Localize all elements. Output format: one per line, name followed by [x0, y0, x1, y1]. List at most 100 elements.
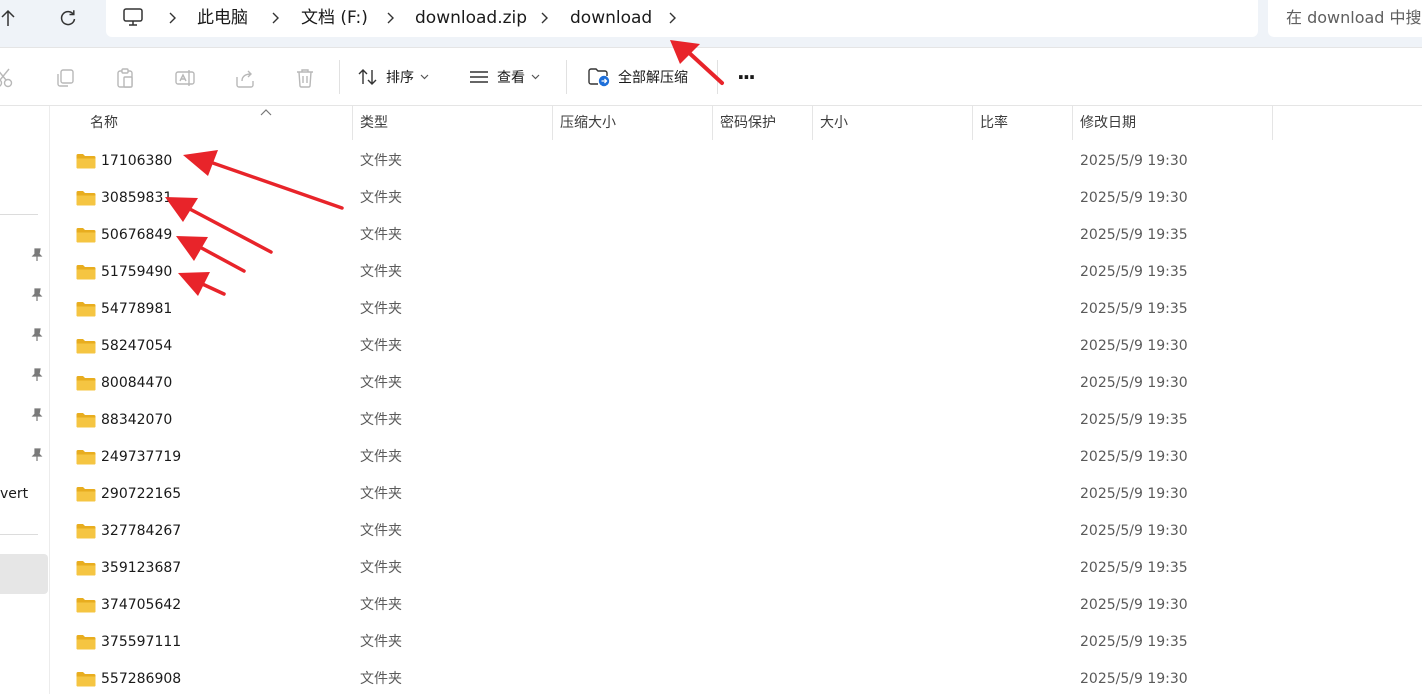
file-modified-date: 2025/5/9 19:30	[1080, 486, 1188, 502]
chevron-right-icon[interactable]	[666, 11, 678, 25]
file-row[interactable]: 30859831 文件夹 2025/5/9 19:30	[50, 180, 1422, 217]
column-ratio[interactable]: 比率	[972, 106, 1008, 140]
file-type: 文件夹	[360, 486, 402, 502]
pin-icon[interactable]	[30, 288, 44, 302]
breadcrumb-drive-f[interactable]: 文档 (F:)	[301, 0, 368, 37]
file-row[interactable]: 290722165 文件夹 2025/5/9 19:30	[50, 476, 1422, 513]
folder-icon	[76, 227, 96, 243]
file-modified-date: 2025/5/9 19:30	[1080, 523, 1188, 539]
pin-icon[interactable]	[30, 328, 44, 342]
file-row[interactable]: 249737719 文件夹 2025/5/9 19:30	[50, 439, 1422, 476]
toolbar-divider	[339, 60, 340, 94]
sort-button[interactable]: 排序	[358, 60, 429, 94]
file-type: 文件夹	[360, 412, 402, 428]
rename-icon[interactable]	[174, 67, 196, 89]
pin-icon[interactable]	[30, 368, 44, 382]
chevron-right-icon[interactable]	[269, 11, 281, 25]
share-icon[interactable]	[234, 67, 256, 89]
file-name: 54778981	[101, 301, 173, 317]
file-modified-date: 2025/5/9 19:35	[1080, 560, 1188, 576]
file-row[interactable]: 374705642 文件夹 2025/5/9 19:30	[50, 587, 1422, 624]
nav-divider	[0, 534, 38, 535]
file-name: 374705642	[101, 597, 182, 613]
folder-icon	[76, 449, 96, 465]
breadcrumb-this-pc[interactable]: 此电脑	[197, 0, 248, 37]
column-compressed-size[interactable]: 压缩大小	[552, 106, 616, 140]
column-divider[interactable]	[1272, 106, 1273, 140]
folder-icon	[76, 190, 96, 206]
command-bar: 排序 查看 全部解压缩 ···	[0, 48, 1422, 106]
address-box[interactable]: 此电脑 文档 (F:) download.zip download	[106, 0, 1258, 37]
column-name[interactable]: 名称	[82, 106, 118, 140]
file-name: 359123687	[101, 560, 182, 576]
breadcrumb-download-zip[interactable]: download.zip	[415, 0, 527, 37]
more-icon: ···	[737, 65, 756, 89]
file-type: 文件夹	[360, 449, 402, 465]
file-type: 文件夹	[360, 375, 402, 391]
file-modified-date: 2025/5/9 19:35	[1080, 264, 1188, 280]
up-arrow-icon[interactable]	[0, 8, 22, 28]
file-type: 文件夹	[360, 671, 402, 687]
file-row[interactable]: 359123687 文件夹 2025/5/9 19:35	[50, 550, 1422, 587]
extract-all-label: 全部解压缩	[618, 70, 688, 86]
file-row[interactable]: 557286908 文件夹 2025/5/9 19:30	[50, 661, 1422, 694]
folder-icon	[76, 671, 96, 687]
chevron-right-icon[interactable]	[166, 11, 178, 25]
file-modified-date: 2025/5/9 19:35	[1080, 412, 1188, 428]
file-row[interactable]: 51759490 文件夹 2025/5/9 19:35	[50, 254, 1422, 291]
column-size[interactable]: 大小	[812, 106, 848, 140]
folder-icon	[76, 301, 96, 317]
file-modified-date: 2025/5/9 19:30	[1080, 597, 1188, 613]
file-type: 文件夹	[360, 523, 402, 539]
pin-icon[interactable]	[30, 408, 44, 422]
column-type[interactable]: 类型	[352, 106, 388, 140]
more-options-button[interactable]: ···	[737, 60, 756, 94]
sort-label: 排序	[386, 70, 414, 86]
toolbar-divider	[566, 60, 567, 94]
file-row[interactable]: 58247054 文件夹 2025/5/9 19:30	[50, 328, 1422, 365]
column-password-protected[interactable]: 密码保护	[712, 106, 776, 140]
extract-folder-icon	[588, 68, 610, 87]
folder-icon	[76, 560, 96, 576]
file-row[interactable]: 54778981 文件夹 2025/5/9 19:35	[50, 291, 1422, 328]
search-box[interactable]: 在 download 中搜	[1268, 0, 1422, 37]
refresh-icon[interactable]	[58, 8, 78, 28]
pin-icon[interactable]	[30, 248, 44, 262]
view-icon	[470, 71, 488, 83]
file-row[interactable]: 327784267 文件夹 2025/5/9 19:30	[50, 513, 1422, 550]
pin-icon[interactable]	[30, 448, 44, 462]
chevron-right-icon[interactable]	[384, 11, 396, 25]
cut-icon[interactable]	[0, 67, 14, 89]
folder-icon	[76, 338, 96, 354]
breadcrumb-download[interactable]: download	[570, 0, 652, 37]
chevron-down-icon	[420, 74, 429, 80]
file-name: 327784267	[101, 523, 182, 539]
folder-icon	[76, 634, 96, 650]
file-modified-date: 2025/5/9 19:30	[1080, 190, 1188, 206]
this-pc-icon[interactable]	[122, 7, 144, 27]
delete-icon[interactable]	[294, 67, 316, 89]
copy-icon[interactable]	[54, 67, 76, 89]
file-modified-date: 2025/5/9 19:35	[1080, 227, 1188, 243]
file-row[interactable]: 17106380 文件夹 2025/5/9 19:30	[50, 143, 1422, 180]
file-type: 文件夹	[360, 597, 402, 613]
file-name: 80084470	[101, 375, 173, 391]
nav-item-selected[interactable]	[0, 554, 48, 594]
view-button[interactable]: 查看	[469, 60, 540, 94]
view-label: 查看	[497, 70, 525, 86]
file-row[interactable]: 88342070 文件夹 2025/5/9 19:35	[50, 402, 1422, 439]
file-row[interactable]: 80084470 文件夹 2025/5/9 19:30	[50, 365, 1422, 402]
nav-item-label[interactable]: vert	[0, 486, 28, 502]
file-type: 文件夹	[360, 153, 402, 169]
chevron-right-icon[interactable]	[538, 11, 550, 25]
extract-all-button[interactable]: 全部解压缩	[588, 60, 688, 94]
file-name: 290722165	[101, 486, 182, 502]
search-placeholder: 在 download 中搜	[1286, 8, 1422, 27]
file-name: 249737719	[101, 449, 182, 465]
file-row[interactable]: 375597111 文件夹 2025/5/9 19:35	[50, 624, 1422, 661]
file-row[interactable]: 50676849 文件夹 2025/5/9 19:35	[50, 217, 1422, 254]
toolbar-divider	[717, 60, 718, 94]
column-date-modified[interactable]: 修改日期	[1072, 106, 1136, 140]
file-name: 17106380	[101, 153, 173, 169]
paste-icon[interactable]	[114, 67, 136, 89]
